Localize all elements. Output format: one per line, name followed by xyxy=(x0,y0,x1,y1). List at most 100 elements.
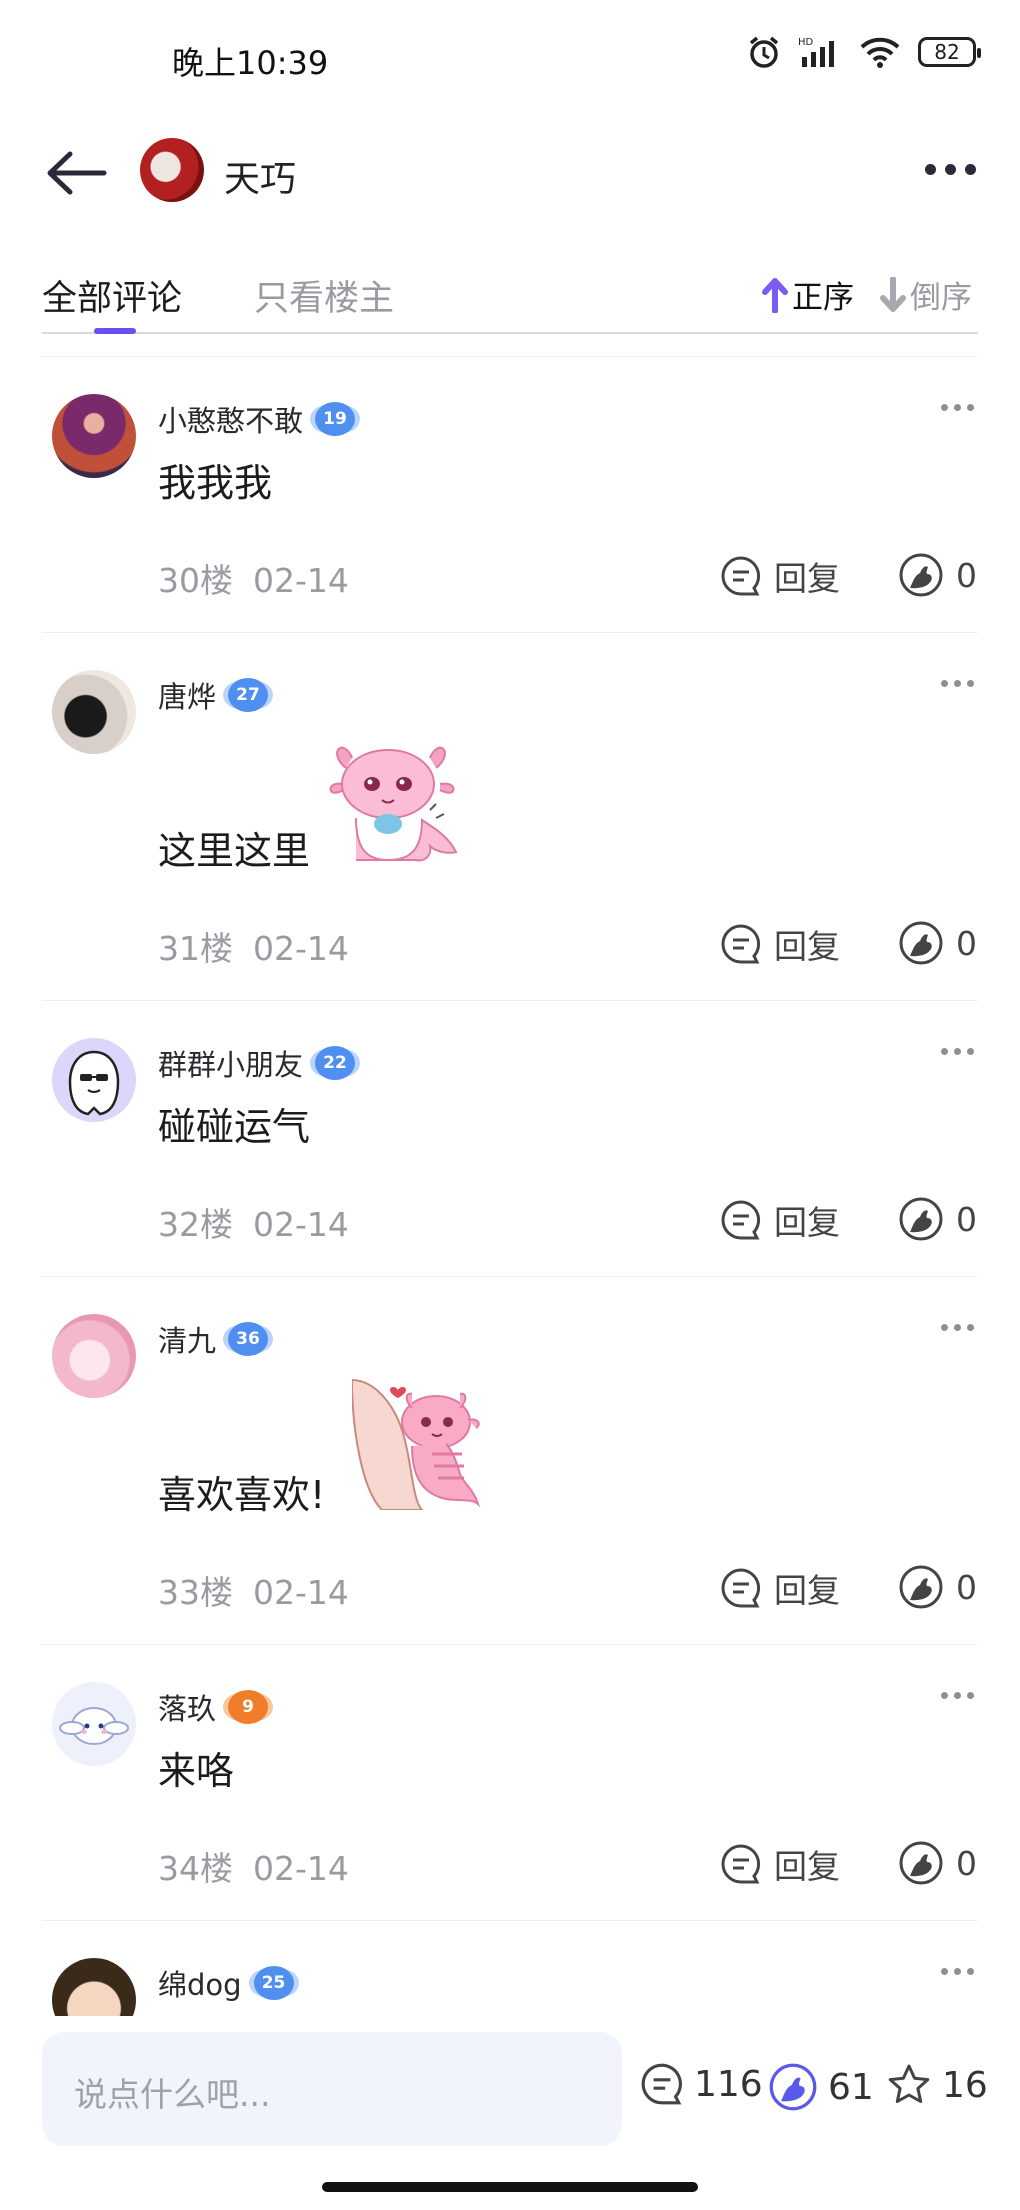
comment-more-button[interactable] xyxy=(941,1324,974,1331)
more-options-button[interactable] xyxy=(925,164,976,175)
reply-button[interactable]: 回复 xyxy=(720,552,840,600)
author-avatar[interactable] xyxy=(140,138,204,202)
status-bar: 晚上10:39 HD 82 xyxy=(0,0,1020,120)
author-name[interactable]: 落玖 xyxy=(158,1686,216,1728)
like-icon xyxy=(899,921,943,965)
comment-input[interactable]: 说点什么吧... xyxy=(42,2032,622,2146)
comments-count-button[interactable]: 116 xyxy=(640,2062,763,2106)
author-name[interactable]: 天巧 xyxy=(224,150,296,202)
comment-author: 唐烨 27 xyxy=(158,674,269,716)
comment-meta: 32楼 02-14 xyxy=(158,1198,349,1246)
wifi-icon xyxy=(860,37,900,68)
favorite-count: 16 xyxy=(942,2064,988,2106)
star-icon xyxy=(888,2064,930,2103)
avatar[interactable] xyxy=(52,670,136,754)
author-name[interactable]: 小憨憨不敢 xyxy=(158,398,303,440)
comment-item: 唐烨 27 这里这里 31楼 02-14 回复 0 xyxy=(0,632,1020,1000)
comment-item: 群群小朋友 22 碰碰运气 32楼 02-14 回复 0 xyxy=(0,1000,1020,1276)
alarm-icon xyxy=(749,36,779,68)
like-count: 61 xyxy=(828,2066,874,2108)
like-count: 0 xyxy=(956,1199,977,1239)
comment-text: 这里这里 xyxy=(158,829,311,873)
comment-more-button[interactable] xyxy=(941,1692,974,1699)
comment-count: 116 xyxy=(694,2063,763,2105)
like-button[interactable]: 0 xyxy=(898,920,977,966)
signal-icon: HD xyxy=(798,37,834,67)
comment-icon xyxy=(641,2063,682,2105)
like-icon xyxy=(899,553,943,597)
like-icon xyxy=(899,1197,943,1241)
reply-icon xyxy=(721,1844,761,1884)
reply-button[interactable]: 回复 xyxy=(720,920,840,968)
comment-meta: 34楼 02-14 xyxy=(158,1842,349,1890)
comment-tabs: 全部评论 只看楼主 正序 倒序 xyxy=(42,262,978,334)
like-count: 0 xyxy=(956,923,977,963)
comment-meta: 30楼 02-14 xyxy=(158,554,349,602)
comment-item: 小憨憨不敢 19 我我我 30楼 02-14 回复 0 xyxy=(0,356,1020,632)
like-button[interactable]: 0 xyxy=(898,1564,977,1610)
comment-more-button[interactable] xyxy=(941,404,974,411)
back-arrow-icon[interactable] xyxy=(44,148,108,198)
floor-number: 30楼 xyxy=(158,561,233,600)
comment-date: 02-14 xyxy=(253,1573,349,1612)
like-filled-icon xyxy=(769,2063,817,2111)
avatar[interactable] xyxy=(52,1682,136,1766)
reply-button[interactable]: 回复 xyxy=(720,1564,840,1612)
like-count: 0 xyxy=(956,555,977,595)
comment-item: 清九 36 喜欢喜欢! 33楼 02-14 回复 0 xyxy=(0,1276,1020,1644)
comment-author: 清九 36 xyxy=(158,1318,269,1360)
comment-date: 02-14 xyxy=(253,929,349,968)
active-tab-indicator xyxy=(94,328,136,334)
reply-button[interactable]: 回复 xyxy=(720,1196,840,1244)
like-button[interactable]: 0 xyxy=(898,1196,977,1242)
home-indicator[interactable] xyxy=(322,2182,698,2192)
reply-icon xyxy=(721,1568,761,1608)
tab-owner-only[interactable]: 只看楼主 xyxy=(254,270,394,321)
arrow-down-icon xyxy=(880,276,906,312)
avatar[interactable] xyxy=(52,1038,136,1122)
tab-all-comments[interactable]: 全部评论 xyxy=(42,270,182,321)
like-button[interactable]: 0 xyxy=(898,552,977,598)
ghost-avatar-icon xyxy=(68,1050,120,1116)
level-badge: 27 xyxy=(228,678,269,712)
comment-author: 群群小朋友 22 xyxy=(158,1042,356,1084)
comment-meta: 33楼 02-14 xyxy=(158,1566,349,1614)
comment-more-button[interactable] xyxy=(941,1968,974,1975)
sort-ascending-label: 正序 xyxy=(792,280,854,316)
avatar[interactable] xyxy=(52,394,136,478)
avatar[interactable] xyxy=(52,1958,136,2016)
reply-label: 回复 xyxy=(774,1571,840,1610)
sort-ascending-button[interactable]: 正序 xyxy=(762,272,854,317)
level-badge: 9 xyxy=(228,1690,269,1724)
bottom-action-bar: 说点什么吧... 116 61 16 xyxy=(0,2032,1020,2152)
floor-number: 33楼 xyxy=(158,1573,233,1612)
like-icon xyxy=(899,1565,943,1609)
reply-button[interactable]: 回复 xyxy=(720,1840,840,1888)
level-badge: 22 xyxy=(315,1046,356,1080)
sort-descending-button[interactable]: 倒序 xyxy=(880,272,972,317)
comment-more-button[interactable] xyxy=(941,680,974,687)
comment-text: 碰碰运气 xyxy=(158,1105,311,1149)
avatar[interactable] xyxy=(52,1314,136,1398)
reply-icon xyxy=(721,924,761,964)
comment-author: 绵dog 25 xyxy=(158,1962,294,2004)
sort-descending-label: 倒序 xyxy=(910,280,972,316)
author-name[interactable]: 绵dog xyxy=(158,1962,242,2004)
cinnamoroll-avatar-icon xyxy=(59,1707,129,1745)
top-header: 天巧 xyxy=(0,120,1020,230)
reply-icon xyxy=(721,556,761,596)
author-name[interactable]: 清九 xyxy=(158,1318,216,1360)
favorite-button[interactable]: 16 xyxy=(886,2062,988,2108)
comment-date: 02-14 xyxy=(253,561,349,600)
comment-more-button[interactable] xyxy=(941,1048,974,1055)
floor-number: 31楼 xyxy=(158,929,233,968)
post-like-button[interactable]: 61 xyxy=(768,2062,874,2112)
author-name[interactable]: 唐烨 xyxy=(158,674,216,716)
comment-text: 来咯 xyxy=(158,1749,235,1793)
status-time: 晚上10:39 xyxy=(172,44,329,82)
author-name[interactable]: 群群小朋友 xyxy=(158,1042,303,1084)
like-button[interactable]: 0 xyxy=(898,1840,977,1886)
comment-text: 喜欢喜欢! xyxy=(158,1473,326,1517)
comment-meta: 31楼 02-14 xyxy=(158,922,349,970)
comment-author: 落玖 9 xyxy=(158,1686,269,1728)
